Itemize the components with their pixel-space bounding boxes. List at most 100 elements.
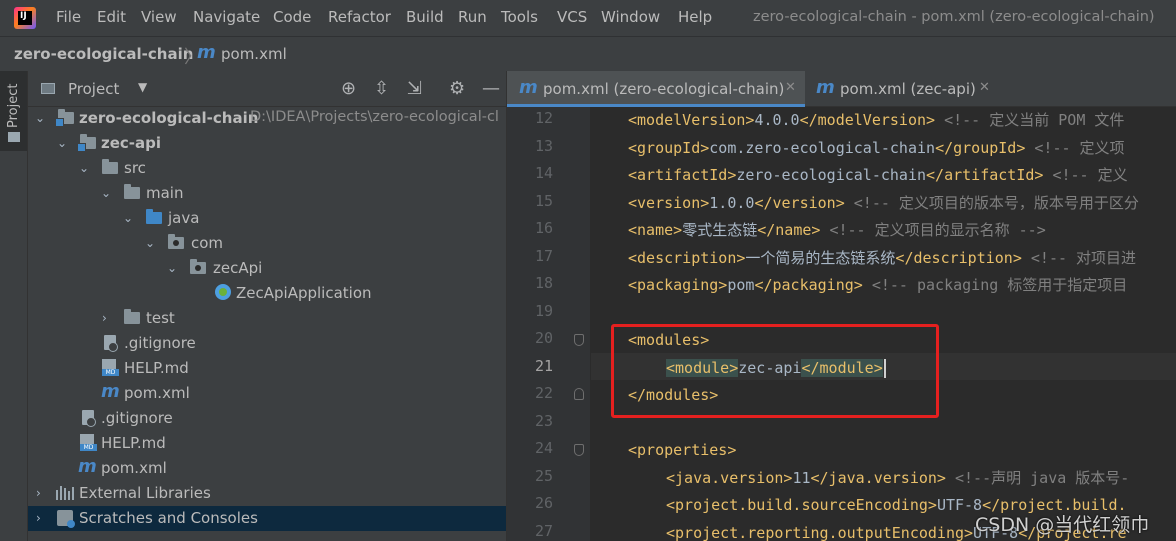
menu-window[interactable]: Window — [601, 8, 660, 26]
gear-icon[interactable]: ⚙ — [449, 78, 465, 99]
libraries-icon — [56, 485, 74, 500]
markdown-file-icon: MD — [102, 359, 119, 376]
fold-marker-icon[interactable] — [574, 334, 584, 346]
menu-edit[interactable]: Edit — [97, 8, 126, 26]
module-folder-icon — [77, 134, 96, 152]
tree-item-package[interactable]: ⌄ com — [28, 231, 506, 256]
tree-item-file[interactable]: m pom.xml — [28, 381, 506, 406]
menu-file[interactable]: File — [56, 8, 81, 26]
tree-item-file[interactable]: MD HELP.md — [28, 431, 506, 456]
chevron-down-icon[interactable]: ⌄ — [35, 111, 45, 125]
code-text: 4.0.0 — [754, 111, 800, 129]
code-tag: </artifactId> — [926, 166, 1044, 184]
menu-vcs[interactable]: VCS — [557, 8, 587, 26]
tree-item-package[interactable]: ⌄ zecApi — [28, 256, 506, 281]
scratches-icon — [57, 510, 75, 528]
folder-icon — [124, 184, 140, 199]
expand-all-icon[interactable]: ⇳ — [374, 78, 389, 99]
tree-item-label: HELP.md — [101, 434, 166, 452]
breadcrumb-file[interactable]: pom.xml — [221, 45, 287, 63]
collapse-all-icon[interactable]: ⇲ — [407, 78, 422, 99]
menu-build[interactable]: Build — [406, 8, 444, 26]
menu-help[interactable]: Help — [678, 8, 712, 26]
code-line: <name>零式生态链</name> <!-- 定义项目的显示名称 --> — [628, 217, 1046, 244]
highlight-annotation-box — [611, 324, 939, 418]
watermark: CSDN @当代红领巾 — [975, 514, 1150, 536]
tree-item-label: pom.xml — [124, 384, 190, 402]
project-path: D:\IDEA\Projects\zero-ecological-cl — [250, 109, 499, 125]
tree-item-file[interactable]: m pom.xml — [28, 456, 506, 481]
tree-item-folder[interactable]: ⌄ java — [28, 206, 506, 231]
chevron-down-icon[interactable]: ⌄ — [145, 236, 155, 250]
locate-target-icon[interactable]: ⊕ — [341, 78, 356, 99]
fold-marker-icon[interactable] — [574, 444, 584, 456]
chevron-right-icon[interactable]: › — [36, 486, 41, 500]
tree-item-label: main — [146, 184, 184, 202]
module-folder-icon — [55, 109, 74, 127]
fold-marker-icon[interactable] — [574, 388, 584, 400]
menu-code[interactable]: Code — [273, 8, 311, 26]
line-number: 25 — [534, 466, 553, 485]
tree-item-folder[interactable]: › test — [28, 306, 506, 331]
folder-icon — [8, 132, 20, 142]
tree-item-file[interactable]: .gitignore — [28, 331, 506, 356]
tree-item-external-libraries[interactable]: › External Libraries — [28, 481, 506, 506]
tree-item-class[interactable]: ZecApiApplication — [28, 281, 506, 306]
code-tag: <project.build.sourceEncoding> — [666, 496, 937, 514]
chevron-right-icon[interactable]: › — [36, 511, 41, 525]
chevron-right-icon[interactable]: › — [102, 311, 107, 325]
code-tag: <properties> — [628, 441, 737, 459]
line-number: 16 — [534, 219, 553, 237]
breadcrumb-project[interactable]: zero-ecological-chain — [14, 45, 193, 63]
menu-navigate[interactable]: Navigate — [193, 8, 260, 26]
close-icon[interactable]: ✕ — [979, 80, 990, 95]
code-comment: <!--声明 java 版本号- — [945, 468, 1130, 487]
line-number: 13 — [534, 136, 553, 155]
tree-item-label: zec-api — [101, 134, 162, 152]
tree-item-label: HELP.md — [124, 359, 189, 377]
close-icon[interactable]: ✕ — [785, 80, 796, 95]
code-line: <artifactId>zero-ecological-chain</artif… — [628, 162, 1128, 189]
tree-item-file[interactable]: MD HELP.md — [28, 356, 506, 381]
menu-refactor[interactable]: Refactor — [328, 8, 391, 26]
line-number: 27 — [534, 521, 553, 540]
package-icon — [168, 234, 184, 249]
tab-pom-root[interactable]: m pom.xml (zero-ecological-chain) ✕ — [507, 71, 805, 107]
tab-label: pom.xml (zec-api) — [840, 80, 976, 98]
spring-boot-class-icon — [215, 284, 231, 300]
chevron-down-icon[interactable]: ⌄ — [167, 261, 177, 275]
menu-view[interactable]: View — [141, 8, 177, 26]
chevron-down-icon[interactable]: ⌄ — [57, 136, 67, 150]
project-view-selector[interactable]: Project — [68, 80, 119, 98]
chevron-down-icon[interactable]: ⌄ — [79, 161, 89, 175]
code-tag: <artifactId> — [628, 166, 737, 184]
tree-item-folder[interactable]: ⌄ src — [28, 156, 506, 181]
editor-tabs: m pom.xml (zero-ecological-chain) ✕ m po… — [507, 71, 1176, 107]
code-text: 11 — [792, 468, 811, 487]
tree-item-label: External Libraries — [79, 484, 211, 502]
code-text: com.zero-ecological-chain — [709, 138, 936, 157]
tree-item-folder[interactable]: ⌄ main — [28, 181, 506, 206]
tab-pom-zec-api[interactable]: m pom.xml (zec-api) ✕ — [805, 71, 1005, 106]
tree-item-file[interactable]: .gitignore — [28, 406, 506, 431]
chevron-down-icon[interactable]: ⌄ — [101, 186, 111, 200]
dropdown-caret-icon[interactable]: ▼ — [138, 80, 147, 94]
chevron-down-icon[interactable]: ⌄ — [123, 211, 133, 225]
source-folder-icon — [146, 209, 162, 224]
line-number: 18 — [534, 274, 553, 292]
tree-item-label: com — [191, 234, 224, 252]
folder-icon — [102, 159, 118, 174]
tree-item-root-project[interactable]: ⌄ zero-ecological-chain D:\IDEA\Projects… — [28, 106, 506, 131]
menu-tools[interactable]: Tools — [501, 8, 538, 26]
tree-item-module[interactable]: ⌄ zec-api — [28, 131, 506, 156]
line-number: 15 — [534, 191, 553, 210]
minimize-icon[interactable]: — — [482, 78, 500, 99]
line-number: 24 — [534, 439, 553, 457]
tree-item-label: test — [146, 309, 175, 327]
project-tool-tab-label[interactable]: Project — [6, 84, 21, 128]
menu-run[interactable]: Run — [458, 8, 487, 26]
tree-item-label: pom.xml — [101, 459, 167, 477]
tab-label: pom.xml (zero-ecological-chain) — [543, 80, 785, 98]
tree-item-scratches[interactable]: › Scratches and Consoles — [28, 506, 506, 531]
line-number: 17 — [534, 246, 553, 265]
